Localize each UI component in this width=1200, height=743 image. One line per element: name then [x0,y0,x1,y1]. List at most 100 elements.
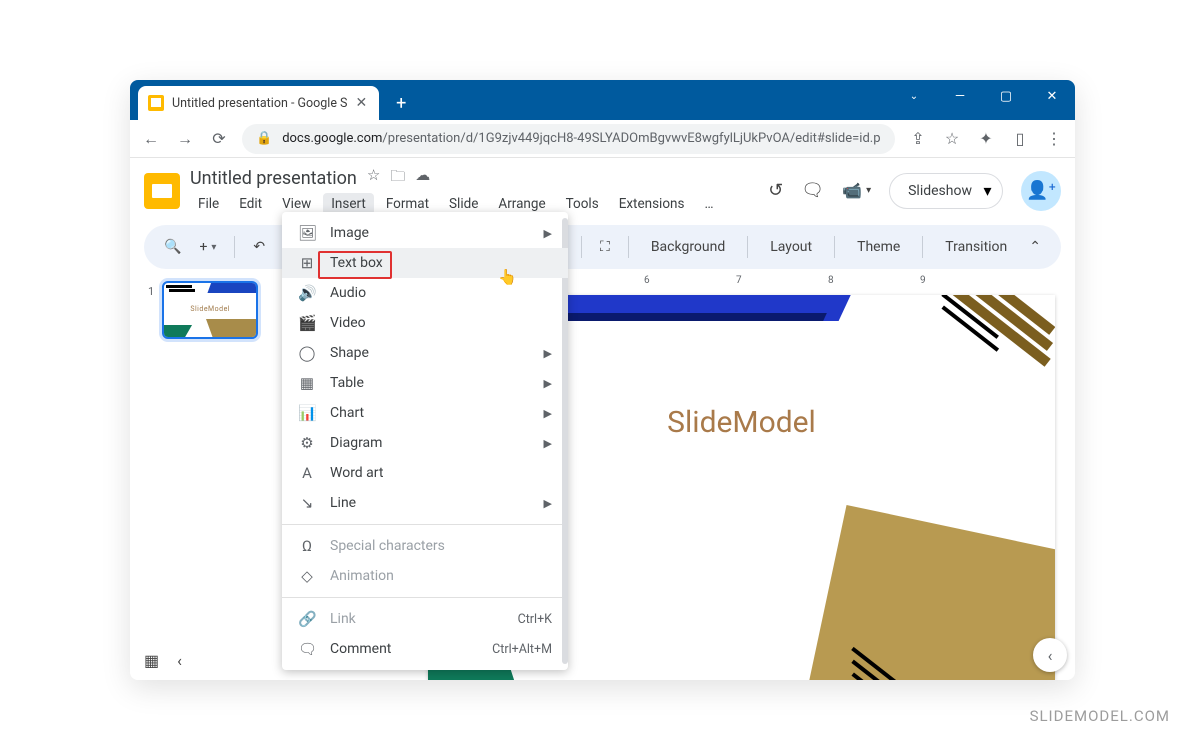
reading-list-icon[interactable]: ▯ [1009,129,1031,148]
menu-item-icon: ◯ [298,344,316,362]
insert-menu-comment[interactable]: 🗨 Comment Ctrl+Alt+M [282,634,568,664]
ruler-mark: 9 [920,275,926,286]
url-path: /presentation/d/1G9zjv449jqcH8-49SLYADOm… [382,131,880,146]
window-close-icon[interactable]: ✕ [1029,80,1075,112]
slides-app: Untitled presentation ☆ 🗀 ☁ FileEditView… [130,158,1075,680]
insert-menu-image[interactable]: 🖼Image▶ [282,218,568,248]
address-bar[interactable]: 🔒 docs.google.com/presentation/d/1G9zjv4… [242,124,895,154]
slideshow-options-button[interactable]: ▾ [973,173,1003,209]
extensions-icon[interactable]: ✦ [975,129,997,148]
comments-icon[interactable]: 🗨 [801,180,824,201]
meet-button[interactable]: 📹 ▾ [842,181,871,200]
menu-item-icon: 🗨 [298,640,316,658]
menu-item-icon: ⚙ [298,434,316,452]
star-icon[interactable]: ☆ [367,166,380,191]
menu-item-label: Link [330,611,356,627]
nav-back-icon[interactable]: ← [140,129,162,149]
new-tab-button[interactable]: + [387,89,415,117]
insert-menu-line[interactable]: ↘ Line ▶ [282,488,568,518]
lock-icon: 🔒 [256,131,272,146]
thumbnail-text: SlideModel [164,305,256,313]
menu-item-label: Table [330,375,364,391]
menu-item-icon: A [298,464,316,482]
fit-icon[interactable]: ⛶ [594,235,616,259]
ruler-mark: 7 [736,275,742,286]
insert-menu-link: 🔗LinkCtrl+K [282,604,568,634]
ruler-mark: 8 [828,275,834,286]
history-icon[interactable]: ↺ [768,180,783,201]
bookmark-star-icon[interactable]: ☆ [941,129,963,148]
background-button[interactable]: Background [641,235,735,259]
transition-button[interactable]: Transition [935,235,1017,259]
insert-menu-animation: ◇Animation [282,561,568,591]
document-title[interactable]: Untitled presentation [190,168,357,189]
layout-button[interactable]: Layout [760,235,822,259]
menu-item-icon: Ω [298,537,316,555]
insert-menu-shape[interactable]: ◯ Shape ▶ [282,338,568,368]
url-domain: docs.google.com [282,131,382,146]
insert-menu-special-characters: ΩSpecial characters [282,531,568,561]
insert-menu-video[interactable]: 🎬Video [282,308,568,338]
workspace: 1 SlideModel 456789 SlideModel [130,273,1075,680]
submenu-arrow-icon: ▶ [544,497,552,510]
menu-…[interactable]: … [696,193,721,215]
menu-item-label: Text box [330,255,383,271]
grid-view-icon[interactable]: ▦ [144,651,159,670]
tab-title: Untitled presentation - Google S [172,96,347,111]
tab-close-icon[interactable]: ✕ [355,95,367,111]
window-maximize-icon[interactable]: ▢ [983,80,1029,112]
nav-forward-icon[interactable]: → [174,129,196,149]
prev-slide-icon[interactable]: ‹ [177,651,182,670]
menu-item-icon: ↘ [298,494,316,512]
menu-file[interactable]: File [190,193,227,215]
collapse-toolbar-icon[interactable]: ⌃ [1023,235,1047,259]
undo-icon[interactable]: ↶ [247,235,271,259]
chrome-menu-icon[interactable]: ⋮ [1043,129,1065,148]
submenu-arrow-icon: ▶ [544,407,552,420]
menu-item-label: Line [330,495,356,511]
menu-item-icon: 🔊 [298,284,316,302]
explore-fab[interactable]: ‹ [1033,638,1067,672]
menu-item-label: Video [330,315,366,331]
watermark: SLIDEMODEL.COM [1030,707,1170,725]
menu-item-label: Comment [330,641,391,657]
app-header: Untitled presentation ☆ 🗀 ☁ FileEditView… [130,158,1075,215]
menu-item-label: Chart [330,405,364,421]
cloud-status-icon[interactable]: ☁ [415,166,430,191]
submenu-arrow-icon: ▶ [544,437,552,450]
menu-item-icon: 📊 [298,404,316,422]
submenu-arrow-icon: ▶ [544,377,552,390]
insert-menu-chart[interactable]: 📊 Chart ▶ [282,398,568,428]
insert-menu-text-box[interactable]: ⊞Text box [282,248,568,278]
submenu-arrow-icon: ▶ [544,347,552,360]
insert-menu-audio[interactable]: 🔊Audio [282,278,568,308]
window-minimize-icon[interactable]: — [937,80,983,112]
menu-edit[interactable]: Edit [231,193,270,215]
browser-toolbar: ← → ⟳ 🔒 docs.google.com/presentation/d/1… [130,120,1075,158]
insert-menu-table[interactable]: ▦ Table ▶ [282,368,568,398]
insert-menu-word-art[interactable]: A Word art [282,458,568,488]
menu-shortcut: Ctrl+Alt+M [492,642,552,657]
nav-reload-icon[interactable]: ⟳ [208,129,230,148]
slides-logo-icon[interactable] [144,173,180,209]
menu-item-icon: 🖼 [298,224,316,242]
browser-titlebar: Untitled presentation - Google S ✕ + ⌄ —… [130,80,1075,120]
ruler-mark: 6 [644,275,650,286]
menu-shortcut: Ctrl+K [518,612,552,627]
submenu-arrow-icon: ▶ [544,227,552,240]
thumbnail-number: 1 [148,285,154,298]
menu-item-icon: ▦ [298,374,316,392]
menu-item-label: Shape [330,345,369,361]
share-button[interactable]: 👤⁺ [1021,171,1061,211]
window-dropdown-icon[interactable]: ⌄ [891,80,937,112]
move-icon[interactable]: 🗀 [390,166,405,191]
share-url-icon[interactable]: ⇪ [907,129,929,148]
menu-extensions[interactable]: Extensions [611,193,693,215]
browser-tab[interactable]: Untitled presentation - Google S ✕ [138,86,379,120]
search-icon[interactable]: 🔍 [158,235,187,259]
new-slide-button[interactable]: + ▾ [193,235,222,259]
insert-menu-diagram[interactable]: ⚙Diagram▶ [282,428,568,458]
slide-thumbnail-1[interactable]: SlideModel [162,281,258,339]
theme-button[interactable]: Theme [847,235,910,259]
menu-item-label: Word art [330,465,383,481]
